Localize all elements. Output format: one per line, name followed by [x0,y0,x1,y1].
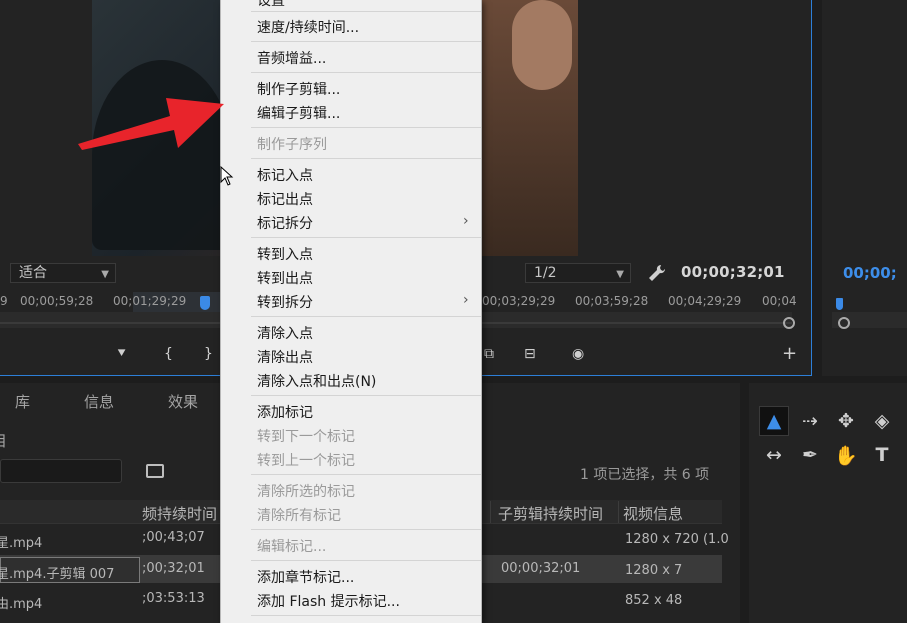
context-menu: 设置 速度/持续时间... 音频增益... 制作子剪辑... 编辑子剪辑... … [220,0,482,623]
menu-separator [251,237,481,238]
wrench-icon[interactable] [648,264,666,282]
fit-dropdown-label: 适合 [19,265,47,281]
menu-item-make-subclip[interactable]: 制作子剪辑... [257,79,340,99]
row-duration: ;00;43;07 [142,530,205,545]
row-name: 星.mp4 [0,536,43,551]
row-duration: ;00;32;01 [142,561,205,576]
column-header-subclip-duration[interactable]: 子剪辑持续时间 [498,503,603,524]
track-select-tool-icon[interactable]: ⇢ [795,406,825,436]
menu-item-previous-marker: 转到上一个标记 [257,453,355,469]
submenu-arrow-icon: › [463,213,469,229]
row-duration: ;03:53:13 [142,591,205,606]
camera-icon[interactable]: ◉ [572,346,584,362]
submenu-arrow-icon: › [463,292,469,308]
menu-item-next-marker: 转到下一个标记 [257,429,355,445]
menu-separator [251,615,481,616]
menu-item-edit-subclip[interactable]: 编辑子剪辑... [257,103,340,123]
new-bin-icon[interactable] [146,464,164,478]
menu-item-go-to-split[interactable]: 转到拆分 [257,292,313,312]
menu-item-settings[interactable]: 设置 [257,0,285,10]
program-timecode[interactable]: 00;00; [843,264,897,282]
plus-icon[interactable]: + [782,343,797,364]
row-video-info: 1280 x 720 (1.0 [625,532,729,547]
ruler-label: 00;03;29;29 [482,294,556,308]
project-title: 目 [0,430,7,451]
ruler-label: 00;04 [762,294,797,308]
column-header-duration[interactable]: 频持续时间 [142,503,217,524]
zoom-handle[interactable] [783,317,795,329]
slip-tool-icon[interactable]: ↔ [759,440,789,470]
source-timecode[interactable]: 00;00;32;01 [681,263,785,281]
ripple-edit-tool-icon[interactable]: ✥ [831,406,861,436]
menu-item-mark-out[interactable]: 标记出点 [257,189,313,209]
menu-separator [251,560,481,561]
search-input[interactable] [0,459,122,483]
program-playhead[interactable] [836,298,843,310]
row-subclip-duration: 00;00;32;01 [501,561,581,576]
ruler-label: 00;04;29;29 [668,294,742,308]
mouse-cursor-icon [220,166,234,186]
type-tool-icon[interactable]: T [867,440,897,470]
row-video-info: 1280 x 7 [625,563,683,578]
menu-separator [251,41,481,42]
column-header-video-info[interactable]: 视频信息 [623,503,683,524]
quality-dropdown[interactable]: 1/2 ▼ [525,263,631,283]
row-name: 由.mp4 [0,597,43,612]
menu-item-add-flash-cue-marker[interactable]: 添加 Flash 提示标记... [257,591,400,611]
tab-info[interactable]: 信息 [84,391,114,412]
menu-item-go-to-out[interactable]: 转到出点 [257,268,313,288]
menu-separator [251,474,481,475]
pen-tool-icon[interactable]: ✒ [795,440,825,470]
insert-icon[interactable]: ⧉ [484,346,494,362]
menu-item-clear-out[interactable]: 清除出点 [257,347,313,367]
ruler-label: 00;03;59;28 [575,294,649,308]
ruler-label: 00;00;59;28 [20,294,94,308]
selection-tool-icon[interactable]: ▲ [759,406,789,436]
mark-in-icon[interactable]: { [164,346,173,362]
quality-dropdown-label: 1/2 [534,265,557,281]
red-arrow-annotation [78,98,224,150]
menu-item-speed-duration[interactable]: 速度/持续时间... [257,17,359,37]
mark-out-icon[interactable]: } [204,346,213,362]
selection-status: 1 项已选择，共 6 项 [580,467,710,483]
menu-item-add-chapter-marker[interactable]: 添加章节标记... [257,567,354,587]
menu-item-edit-marker: 编辑标记... [257,539,327,555]
column-separator[interactable] [618,501,619,523]
add-marker-icon[interactable]: ⯆ [116,346,127,362]
hand-tool-icon[interactable]: ✋ [831,440,861,470]
column-separator[interactable] [490,501,491,523]
tab-libraries[interactable]: 库 [15,391,30,412]
menu-item-make-subsequence: 制作子序列 [257,137,327,153]
menu-item-go-to-in[interactable]: 转到入点 [257,244,313,264]
video-hand [512,0,572,90]
menu-item-mark-split[interactable]: 标记拆分 [257,213,313,233]
program-zoom-handle[interactable] [838,317,850,329]
menu-item-clear-in[interactable]: 清除入点 [257,323,313,343]
menu-item-audio-gain[interactable]: 音频增益... [257,48,326,68]
chevron-down-icon: ▼ [101,269,109,280]
row-video-info: 852 x 48 [625,593,683,608]
menu-separator [251,158,481,159]
ruler-label: 00;01;29;29 [113,294,187,308]
overwrite-icon[interactable]: ⊟ [524,346,536,362]
menu-item-mark-in[interactable]: 标记入点 [257,165,313,185]
menu-separator [251,72,481,73]
fit-dropdown[interactable]: 适合 ▼ [10,263,116,283]
menu-separator [251,11,481,12]
source-playhead[interactable] [200,296,210,310]
menu-separator [251,127,481,128]
menu-item-clear-all-markers: 清除所有标记 [257,508,341,524]
menu-separator [251,395,481,396]
menu-item-clear-selected-markers: 清除所选的标记 [257,484,355,500]
menu-separator [251,529,481,530]
razor-tool-icon[interactable]: ◈ [867,406,897,436]
menu-item-clear-in-out[interactable]: 清除入点和出点(N) [257,371,376,391]
ruler-label: 9 [0,294,8,308]
row-name: 星.mp4.子剪辑 007 [0,567,115,582]
tab-effects[interactable]: 效果 [168,391,198,412]
menu-item-add-marker[interactable]: 添加标记 [257,402,313,422]
chevron-down-icon: ▼ [616,269,624,280]
menu-separator [251,316,481,317]
